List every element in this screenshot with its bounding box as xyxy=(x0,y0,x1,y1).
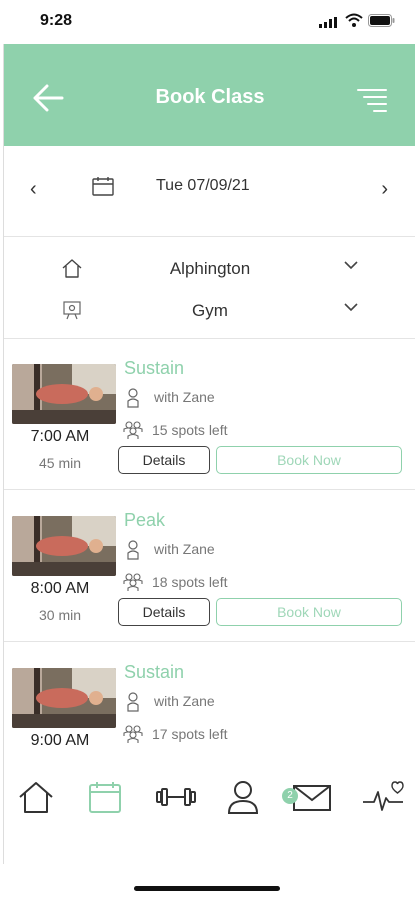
page-title: Book Class xyxy=(155,86,265,108)
book-now-button[interactable]: Book Now xyxy=(216,598,402,626)
class-duration: 45 min xyxy=(38,455,82,471)
class-time: 8:00 AM xyxy=(30,580,90,597)
selected-date[interactable]: Tue 07/09/21 xyxy=(156,177,250,195)
wifi-icon xyxy=(345,13,363,27)
battery-icon xyxy=(368,14,395,27)
class-spots-left: 15 spots left xyxy=(152,422,228,438)
class-item: 8:00 AM 30 min Peak with Zane 18 spots l… xyxy=(4,490,415,642)
person-icon xyxy=(127,540,139,560)
status-time: 9:28 xyxy=(40,12,73,29)
cellular-signal-icon xyxy=(319,17,337,28)
class-duration: 30 min xyxy=(38,607,82,623)
class-instructor: with Zane xyxy=(154,693,215,709)
class-name[interactable]: Sustain xyxy=(124,358,184,379)
bottom-tab-bar: 2 xyxy=(4,756,415,838)
app-header: Book Class xyxy=(4,44,415,146)
person-icon xyxy=(127,388,139,408)
group-icon xyxy=(123,421,143,439)
group-icon xyxy=(123,573,143,591)
dumbbell-icon[interactable] xyxy=(156,780,196,814)
home-indicator xyxy=(134,886,280,891)
class-time: 9:00 AM xyxy=(30,732,90,749)
previous-day-button[interactable]: ‹ xyxy=(30,178,37,201)
calendar-tab-icon[interactable] xyxy=(88,780,122,814)
class-time: 7:00 AM xyxy=(30,428,90,445)
details-button[interactable]: Details xyxy=(118,446,210,474)
person-icon xyxy=(127,692,139,712)
area-select[interactable]: Gym xyxy=(4,293,415,329)
status-bar: 9:28 xyxy=(0,0,415,44)
class-name[interactable]: Sustain xyxy=(124,662,184,683)
class-instructor: with Zane xyxy=(154,541,215,557)
app-screen: Book Class ‹ Tue 07/09/21 › Alphington G… xyxy=(3,44,415,864)
chevron-down-icon xyxy=(344,261,358,270)
book-now-button[interactable]: Book Now xyxy=(216,446,402,474)
details-button[interactable]: Details xyxy=(118,598,210,626)
chevron-down-icon xyxy=(344,303,358,312)
class-spots-left: 17 spots left xyxy=(152,726,228,742)
messages-badge: 2 xyxy=(282,788,298,804)
class-thumbnail xyxy=(12,364,116,424)
class-item: 7:00 AM 45 min Sustain with Zane 15 spot… xyxy=(4,338,415,490)
class-instructor: with Zane xyxy=(154,389,215,405)
profile-icon[interactable] xyxy=(226,780,260,814)
menu-icon[interactable] xyxy=(356,88,388,112)
location-select[interactable]: Alphington xyxy=(4,251,415,287)
home-icon[interactable] xyxy=(18,780,54,814)
heartbeat-icon[interactable] xyxy=(362,780,404,814)
class-thumbnail xyxy=(12,516,116,576)
group-icon xyxy=(123,725,143,743)
class-name[interactable]: Peak xyxy=(124,510,165,531)
calendar-icon[interactable] xyxy=(92,176,114,196)
class-filters: Alphington Gym xyxy=(4,237,415,339)
class-thumbnail xyxy=(12,668,116,728)
date-navigator: ‹ Tue 07/09/21 › xyxy=(4,146,415,237)
next-day-button[interactable]: › xyxy=(381,178,388,201)
mail-icon[interactable] xyxy=(292,780,332,814)
class-spots-left: 18 spots left xyxy=(152,574,228,590)
